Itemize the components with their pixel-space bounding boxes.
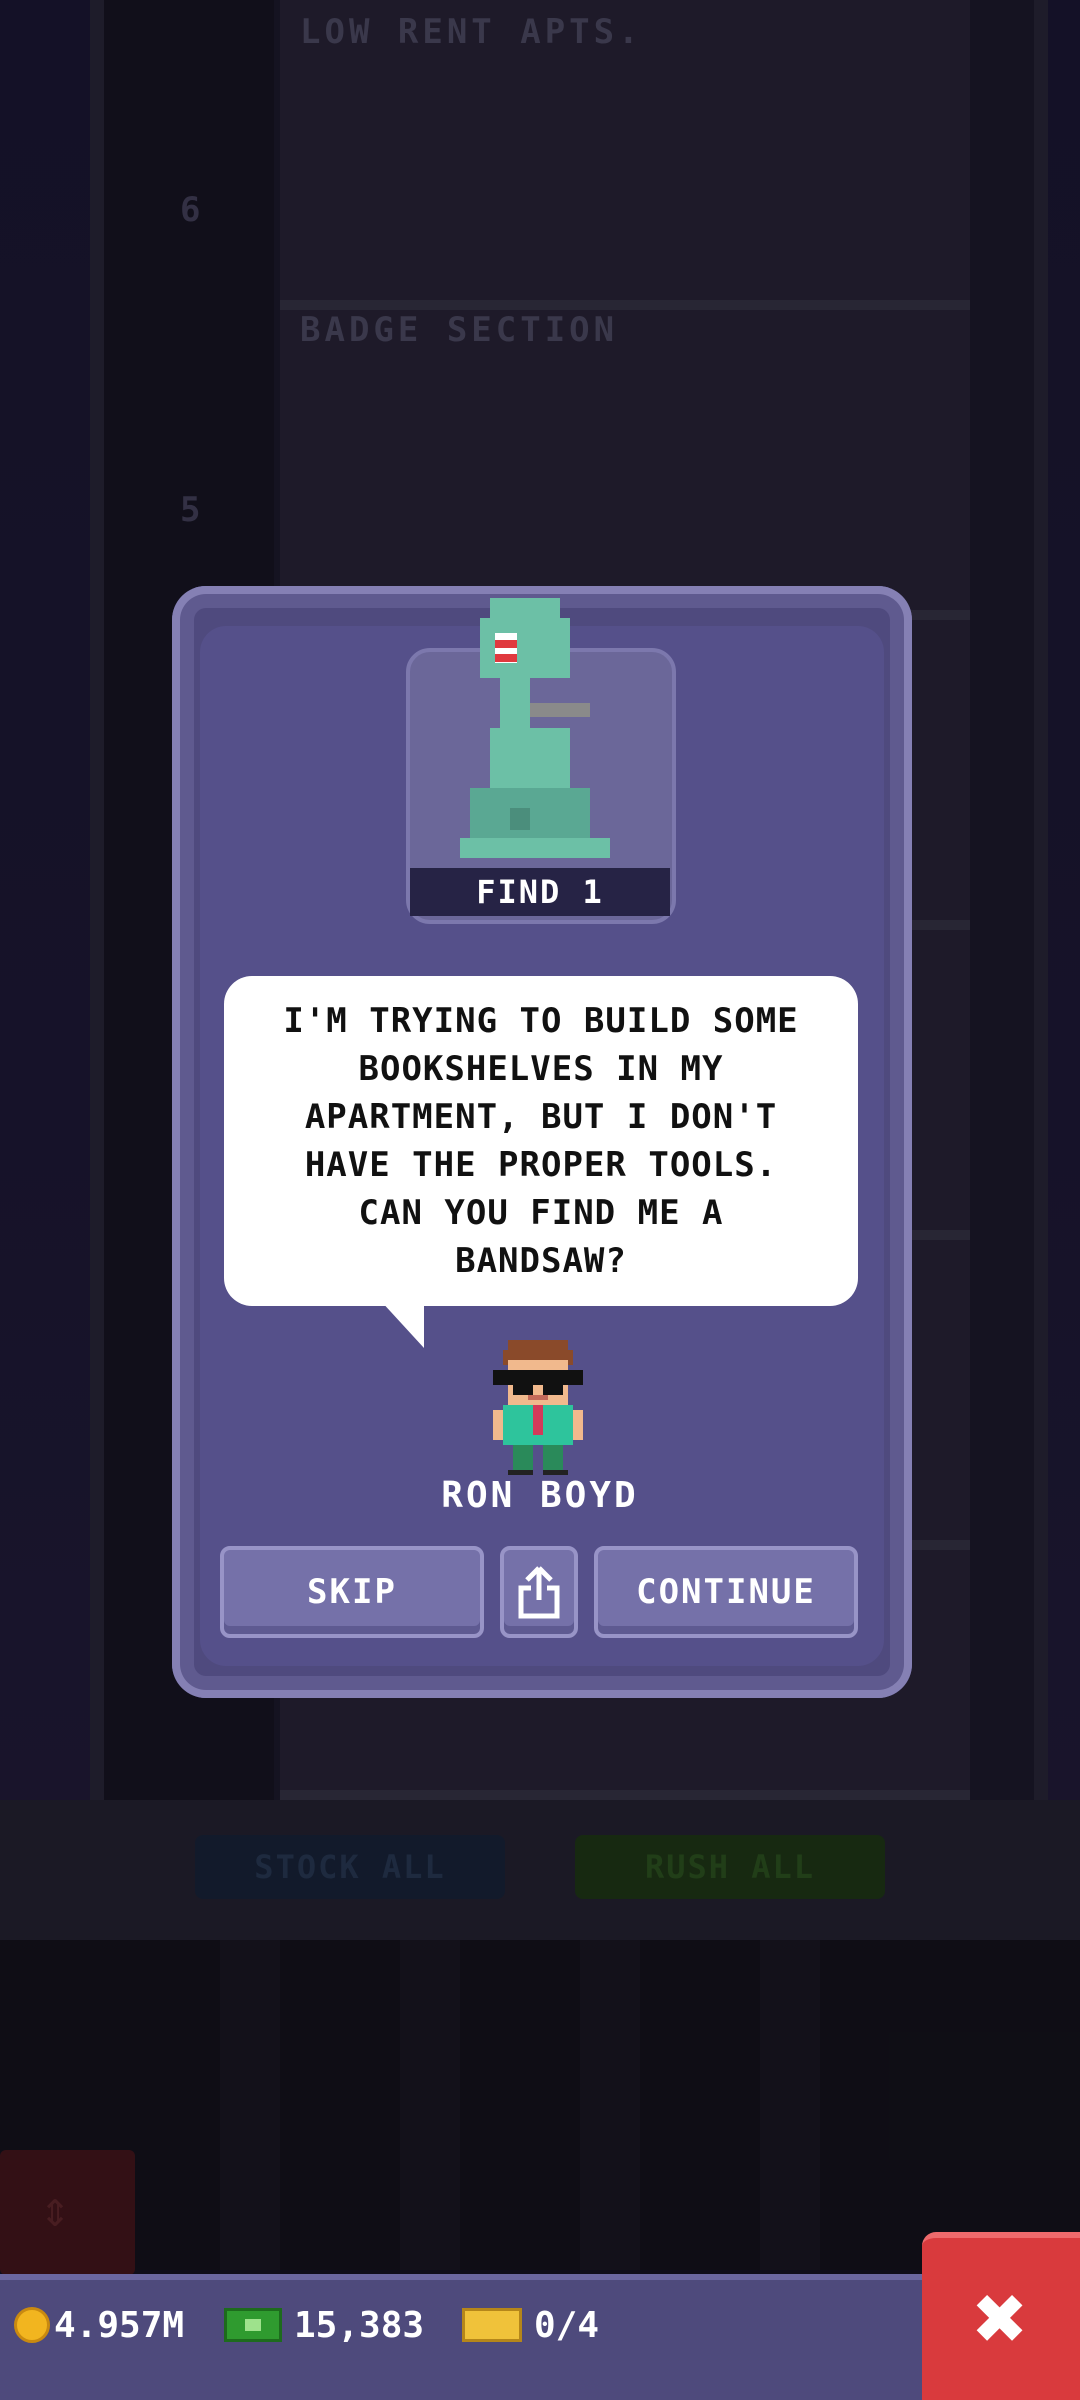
dialogue-line: I'M TRYING TO BUILD SOME: [283, 1001, 799, 1041]
close-icon: ✖: [973, 2266, 1029, 2371]
close-button[interactable]: ✖: [922, 2232, 1080, 2400]
coin-icon: [14, 2307, 50, 2343]
tickets-value: 0/4: [534, 2304, 600, 2346]
dialogue-line: APARTMENT, BUT I DON'T: [304, 1097, 778, 1137]
coins-display: 4.957M: [14, 2300, 184, 2350]
tickets-display: 0/4: [462, 2300, 599, 2350]
share-icon: [518, 1566, 560, 1619]
bux-display: 15,383: [224, 2300, 424, 2350]
continue-button[interactable]: CONTINUE: [594, 1546, 858, 1638]
dialogue-line: HAVE THE PROPER TOOLS.: [304, 1145, 778, 1185]
npc-avatar: [493, 1340, 583, 1475]
bandsaw-icon: [460, 598, 610, 858]
objective-label: FIND 1: [410, 868, 670, 916]
golden-ticket-icon: [462, 2308, 522, 2342]
share-button[interactable]: [500, 1546, 578, 1638]
npc-name: RON BOYD: [441, 1475, 639, 1516]
bux-value: 15,383: [294, 2304, 425, 2346]
skip-button[interactable]: SKIP: [220, 1546, 484, 1638]
bubble-tail: [380, 1300, 424, 1348]
dialogue-line: CAN YOU FIND ME A: [358, 1193, 724, 1233]
dialogue-bubble: I'M TRYING TO BUILD SOME BOOKSHELVES IN …: [224, 976, 858, 1306]
coins-value: 4.957M: [54, 2304, 185, 2346]
dialogue-line: BANDSAW?: [455, 1241, 627, 1281]
bux-icon: [224, 2308, 282, 2342]
dialogue-line: BOOKSHELVES IN MY: [358, 1049, 724, 1089]
